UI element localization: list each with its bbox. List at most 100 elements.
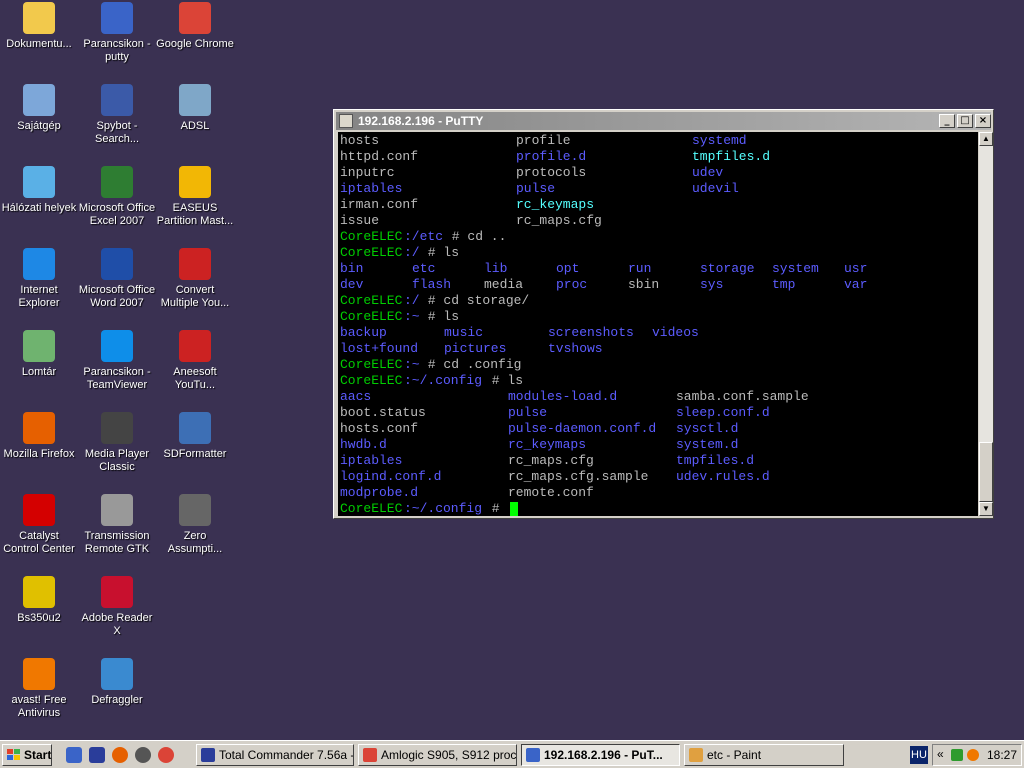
putty-window[interactable]: 192.168.2.196 - PuTTY _ □ × hosts profile… — [333, 109, 994, 519]
quicklaunch-firefox-icon[interactable] — [112, 747, 128, 763]
language-indicator[interactable]: HU — [910, 746, 928, 764]
chrome-icon — [179, 2, 211, 34]
desktop-icon[interactable]: Hálózati helyek — [0, 164, 78, 215]
terminal-text: :/etc — [404, 229, 444, 244]
prompt-host: CoreELEC — [340, 357, 403, 372]
desktop-icon[interactable]: Catalyst Control Center — [0, 492, 78, 556]
system-tray: « 18:27 — [932, 744, 1022, 766]
desktop-icon-label: ADSL — [180, 120, 210, 132]
total-commander-icon — [201, 748, 215, 762]
prompt-host: CoreELEC — [340, 373, 403, 388]
terminal-text: udev.rules.d — [676, 469, 770, 484]
desktop-icon[interactable]: Internet Explorer — [0, 246, 78, 310]
desktop-icon-label: Convert Multiple You... — [160, 284, 230, 309]
quicklaunch-media-player-icon[interactable] — [135, 747, 151, 763]
window-titlebar[interactable]: 192.168.2.196 - PuTTY _ □ × — [336, 112, 991, 130]
desktop-icon[interactable]: EASEUS Partition Mast... — [156, 164, 234, 228]
desktop-icon[interactable]: Lomtár — [0, 328, 78, 379]
terminal-text: pulse — [508, 405, 548, 420]
quicklaunch-save-icon[interactable] — [89, 747, 105, 763]
terminal-text: inputrc — [340, 165, 395, 180]
putty-icon[interactable] — [339, 114, 353, 128]
terminal-text: system.d — [676, 437, 739, 452]
terminal-text: screenshots — [548, 325, 634, 340]
desktop-icon[interactable]: avast! Free Antivirus — [0, 656, 78, 720]
terminal-text: media — [484, 277, 524, 292]
desktop-icon[interactable]: Media Player Classic — [78, 410, 156, 474]
taskbar-button[interactable]: Amlogic S905, S912 proc... — [358, 744, 517, 766]
taskbar-button[interactable]: 192.168.2.196 - PuT... — [521, 744, 680, 766]
desktop-icon[interactable]: Mozilla Firefox — [0, 410, 78, 461]
word-icon — [101, 248, 133, 280]
desktop-icon-label: Microsoft Office Word 2007 — [78, 284, 156, 309]
wifi-icon[interactable] — [951, 749, 963, 761]
internet-explorer-icon — [23, 248, 55, 280]
desktop-icon[interactable]: Parancsikon - TeamViewer — [78, 328, 156, 392]
desktop-icon-label: EASEUS Partition Mast... — [156, 202, 234, 227]
taskbar-button[interactable]: Total Commander 7.56a - ... — [196, 744, 354, 766]
terminal-text: udev — [692, 165, 724, 180]
desktop-icon-label: Mozilla Firefox — [3, 448, 75, 460]
scroll-down-button[interactable]: ▼ — [979, 502, 993, 516]
desktop-icon[interactable]: Defraggler — [78, 656, 156, 707]
desktop-icon[interactable]: Microsoft Office Word 2007 — [78, 246, 156, 310]
terminal-text: pulse — [516, 181, 556, 196]
desktop-icon[interactable]: ADSL — [156, 82, 234, 133]
desktop-icon-label: Defraggler — [91, 694, 143, 706]
close-button[interactable]: × — [975, 114, 991, 128]
putty-icon — [101, 2, 133, 34]
terminal-text: usr — [844, 261, 868, 276]
bs350-icon — [23, 576, 55, 608]
terminal-text: sysctl.d — [676, 421, 739, 436]
desktop-icon[interactable]: Convert Multiple You... — [156, 246, 234, 310]
terminal-text: :/ — [404, 293, 420, 308]
desktop-icon[interactable]: Microsoft Office Excel 2007 — [78, 164, 156, 228]
desktop-icon[interactable]: Zero Assumpti... — [156, 492, 234, 556]
terminal-text: remote.conf — [508, 485, 594, 500]
terminal-text: # ls — [484, 373, 524, 388]
desktop-icon[interactable]: SDFormatter — [156, 410, 234, 461]
quicklaunch-chrome-icon[interactable] — [158, 747, 174, 763]
scroll-thumb[interactable] — [979, 442, 993, 502]
desktop-icon[interactable]: Bs350u2 — [0, 574, 78, 625]
terminal-text: udevil — [692, 181, 739, 196]
terminal-text: opt — [556, 261, 580, 276]
desktop-icon[interactable]: Spybot - Search... — [78, 82, 156, 146]
terminal-text: hosts — [340, 133, 380, 148]
transmission-icon — [101, 494, 133, 526]
terminal-output[interactable]: hosts profile systemd httpd.conf profile.d tm… — [338, 132, 978, 516]
desktop-icon[interactable]: Transmission Remote GTK — [78, 492, 156, 556]
minimize-button[interactable]: _ — [939, 114, 955, 128]
tray-expand-button[interactable]: « — [937, 747, 944, 761]
desktop-icon-label: Lomtár — [21, 366, 57, 378]
terminal-text: # ls — [420, 245, 460, 260]
scroll-up-button[interactable]: ▲ — [979, 132, 993, 146]
terminal-text: hwdb.d — [340, 437, 387, 452]
terminal-text: pictures — [444, 341, 507, 356]
network-places-icon — [23, 166, 55, 198]
desktop-icon[interactable]: Aneesoft YouTu... — [156, 328, 234, 392]
desktop-icon[interactable]: Google Chrome — [156, 0, 234, 51]
clock[interactable]: 18:27 — [987, 748, 1017, 762]
terminal-text: bin — [340, 261, 364, 276]
desktop-icon[interactable]: Adobe Reader X — [78, 574, 156, 638]
taskbar-button[interactable]: etc - Paint — [684, 744, 844, 766]
desktop-icon[interactable]: Sajátgép — [0, 82, 78, 133]
prompt-host: CoreELEC — [340, 229, 403, 244]
folder-documents-icon — [23, 2, 55, 34]
taskbar-button-label: Amlogic S905, S912 proc... — [381, 748, 517, 762]
vertical-scrollbar[interactable]: ▲ ▼ — [979, 132, 993, 516]
terminal-text: profile.d — [516, 149, 587, 164]
maximize-button[interactable]: □ — [957, 114, 973, 128]
terminal-cursor — [510, 502, 518, 516]
quicklaunch-putty-icon[interactable] — [66, 747, 82, 763]
start-button[interactable]: Start — [2, 744, 52, 766]
taskbar-button-label: 192.168.2.196 - PuT... — [544, 748, 663, 762]
terminal-text: rc_maps.cfg — [516, 213, 602, 228]
avast-tray-icon[interactable] — [967, 749, 979, 761]
prompt-host: CoreELEC — [340, 309, 403, 324]
desktop-icon-label: Adobe Reader X — [81, 612, 153, 637]
desktop-icon-label: Internet Explorer — [18, 284, 60, 309]
desktop-icon[interactable]: Parancsikon - putty — [78, 0, 156, 64]
desktop-icon[interactable]: Dokumentu... — [0, 0, 78, 51]
